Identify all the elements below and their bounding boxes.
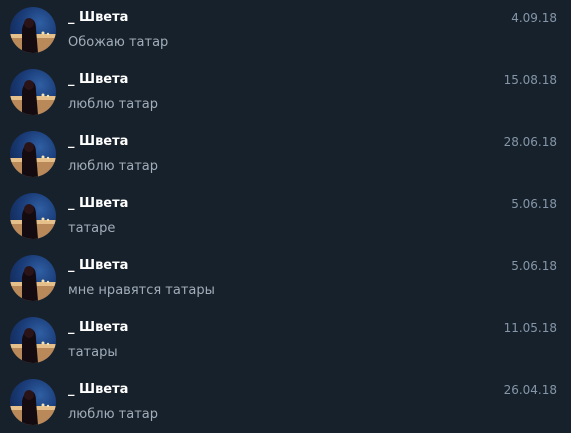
avatar[interactable]	[10, 69, 56, 115]
avatar-photo-icon	[10, 390, 56, 425]
message-text: татаре	[68, 221, 116, 236]
message-text: Обожаю татар	[68, 35, 169, 50]
avatar-photo-icon	[10, 18, 56, 53]
list-item[interactable]: _ Швета 11.05.18 татары	[0, 310, 571, 372]
sender-name: _ Швета	[68, 10, 129, 25]
message-date: 4.09.18	[511, 11, 557, 25]
sender-name: _ Швета	[68, 258, 129, 273]
message-date: 28.06.18	[503, 135, 557, 149]
sender-name: _ Швета	[68, 382, 129, 397]
avatar[interactable]	[10, 7, 56, 53]
sender-name: _ Швета	[68, 196, 129, 211]
list-item[interactable]: _ Швета 15.08.18 люблю татар	[0, 62, 571, 124]
avatar-photo-icon	[10, 204, 56, 239]
avatar-photo-icon	[10, 328, 56, 363]
message-text: люблю татар	[68, 159, 158, 174]
list-item[interactable]: _ Швета 5.06.18 мне нравятся татары	[0, 248, 571, 310]
message-list: _ Швета 4.09.18 Обожаю татар _ Швета 15.…	[0, 0, 571, 433]
avatar-photo-icon	[10, 142, 56, 177]
message-date: 11.05.18	[503, 321, 557, 335]
list-item[interactable]: _ Швета 26.04.18 люблю татар	[0, 372, 571, 433]
message-text: люблю татар	[68, 97, 158, 112]
avatar[interactable]	[10, 317, 56, 363]
message-date: 26.04.18	[503, 383, 557, 397]
avatar-photo-icon	[10, 80, 56, 115]
avatar[interactable]	[10, 255, 56, 301]
sender-name: _ Швета	[68, 134, 129, 149]
message-text: мне нравятся татары	[68, 283, 215, 298]
message-text: татары	[68, 345, 118, 360]
message-date: 5.06.18	[511, 197, 557, 211]
list-item[interactable]: _ Швета 28.06.18 люблю татар	[0, 124, 571, 186]
message-date: 15.08.18	[503, 73, 557, 87]
list-item[interactable]: _ Швета 5.06.18 татаре	[0, 186, 571, 248]
list-item[interactable]: _ Швета 4.09.18 Обожаю татар	[0, 0, 571, 62]
sender-name: _ Швета	[68, 320, 129, 335]
avatar-photo-icon	[10, 266, 56, 301]
avatar[interactable]	[10, 379, 56, 425]
sender-name: _ Швета	[68, 72, 129, 87]
avatar[interactable]	[10, 193, 56, 239]
message-date: 5.06.18	[511, 259, 557, 273]
message-text: люблю татар	[68, 407, 158, 422]
avatar[interactable]	[10, 131, 56, 177]
